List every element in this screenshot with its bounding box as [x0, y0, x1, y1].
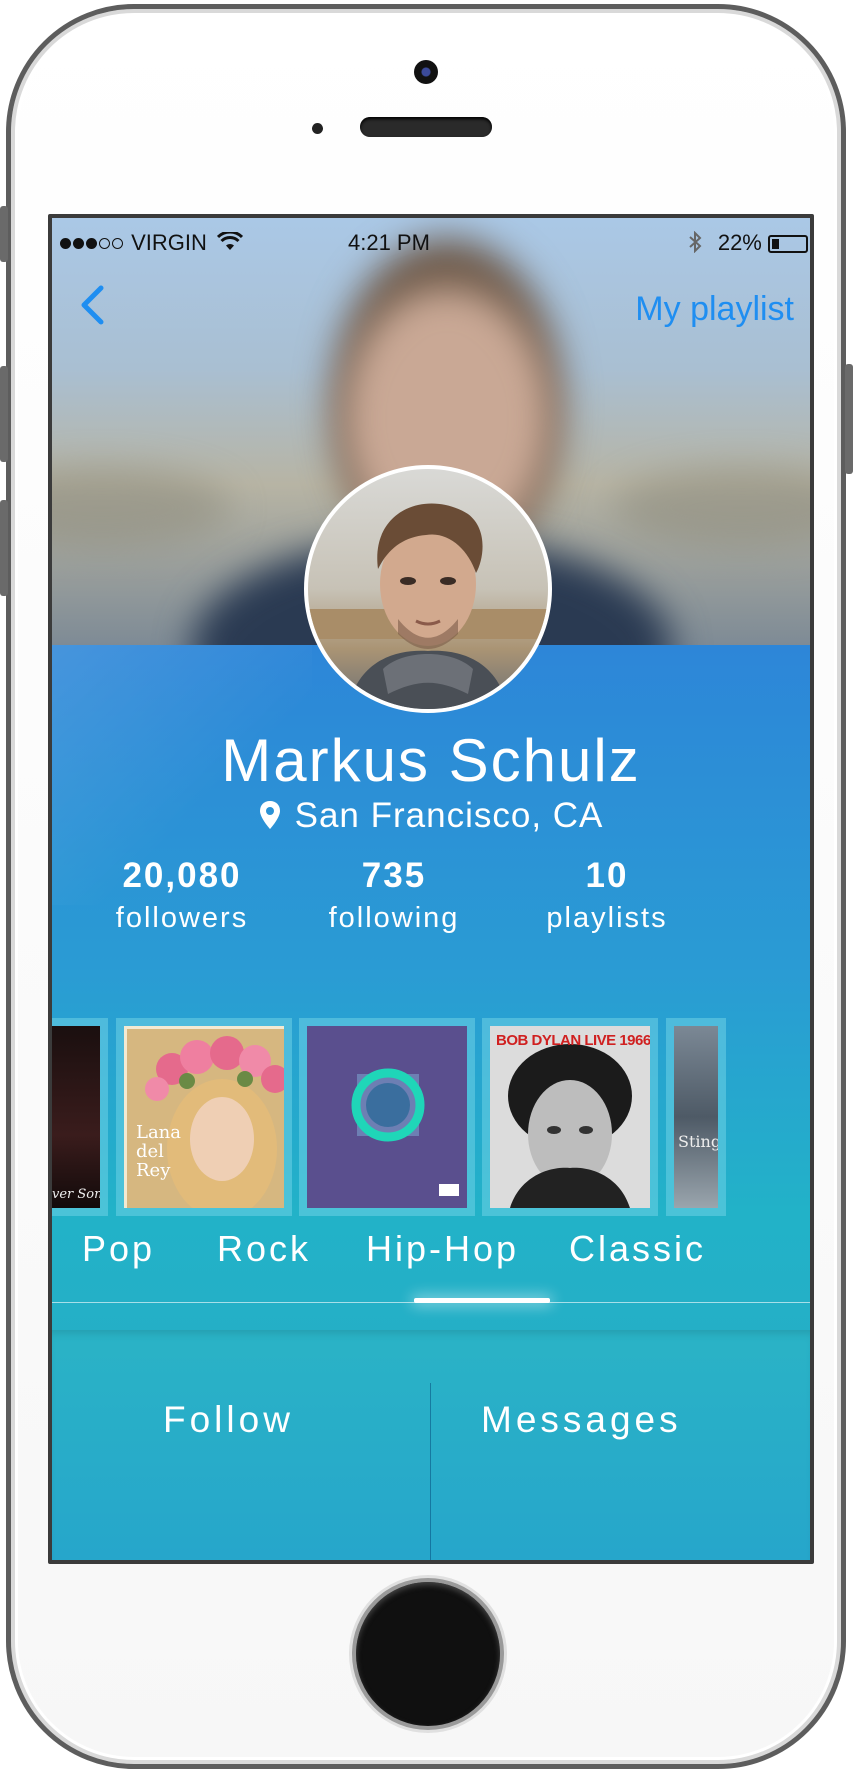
power-button — [845, 364, 853, 474]
front-camera — [414, 60, 438, 84]
signal-strength-icon — [60, 230, 125, 255]
status-right: 22% — [688, 230, 808, 256]
status-signal: VIRGIN — [60, 230, 244, 256]
selected-tab-indicator — [414, 1298, 550, 1303]
signal-dot — [112, 238, 123, 249]
battery-percent: 22% — [717, 230, 762, 255]
my-playlist-link[interactable]: My playlist — [635, 290, 794, 329]
follow-button[interactable]: Follow — [163, 1399, 294, 1441]
tab-hip-hop[interactable]: Hip-Hop — [366, 1228, 519, 1270]
album-caption: Lana del Rey — [136, 1122, 182, 1181]
stat-label: followers — [115, 902, 249, 934]
volume-up-button — [0, 366, 8, 462]
stat-value: 735 — [361, 856, 427, 895]
album-caption: BOB DYLAN LIVE 1966 — [496, 1032, 651, 1049]
wifi-icon — [216, 230, 244, 250]
album-cover[interactable]: BOB DYLAN LIVE 1966 — [482, 1018, 658, 1216]
profile-name: Markus Schulz — [221, 727, 641, 794]
profile-location: San Francisco, CA — [52, 796, 810, 836]
app-screen: VIRGIN 4:21 PM 22% My playlist Markus Sc… — [48, 214, 814, 1564]
action-bar — [52, 1330, 810, 1560]
profile-avatar[interactable] — [304, 465, 552, 713]
album-cover[interactable] — [299, 1018, 475, 1216]
stat-value: 20,080 — [122, 856, 242, 895]
mute-switch — [0, 206, 8, 262]
volume-down-button — [0, 500, 8, 596]
tab-pop[interactable]: Pop — [82, 1228, 155, 1270]
home-button[interactable] — [356, 1582, 500, 1726]
album-art — [490, 1026, 650, 1208]
back-button[interactable] — [70, 280, 120, 330]
stat-label: playlists — [546, 902, 668, 934]
album-art — [307, 1026, 467, 1208]
tab-classic[interactable]: Classic — [569, 1228, 706, 1270]
stat-followers[interactable]: 20,080 followers — [72, 856, 292, 935]
bluetooth-icon — [689, 230, 702, 254]
album-cover[interactable]: Sting — [666, 1018, 726, 1216]
signal-dot — [99, 238, 110, 249]
tab-rock[interactable]: Rock — [217, 1228, 311, 1270]
action-divider — [430, 1383, 431, 1560]
signal-dot — [60, 238, 71, 249]
battery-icon — [768, 235, 808, 253]
location-pin-icon — [259, 801, 280, 829]
stat-value: 10 — [585, 856, 629, 895]
album-caption: Sting — [678, 1132, 722, 1151]
messages-button[interactable]: Messages — [481, 1399, 682, 1441]
album-art — [127, 1029, 284, 1208]
earpiece-speaker — [360, 117, 492, 137]
signal-dot — [86, 238, 97, 249]
carrier-name: VIRGIN — [131, 230, 207, 255]
stat-label: following — [328, 902, 460, 934]
signal-dot — [73, 238, 84, 249]
proximity-sensor — [312, 123, 323, 134]
stat-following[interactable]: 735 following — [284, 856, 504, 935]
chevron-left-icon — [81, 285, 104, 325]
album-caption: ver Songs — [52, 1187, 103, 1202]
status-time: 4:21 PM — [348, 230, 430, 255]
avatar-portrait — [308, 503, 548, 709]
stat-playlists[interactable]: 10 playlists — [497, 856, 717, 935]
album-cover[interactable]: Lana del Rey — [116, 1018, 292, 1216]
location-text: San Francisco, CA — [294, 796, 604, 835]
album-cover[interactable]: ver Songs — [52, 1018, 108, 1216]
